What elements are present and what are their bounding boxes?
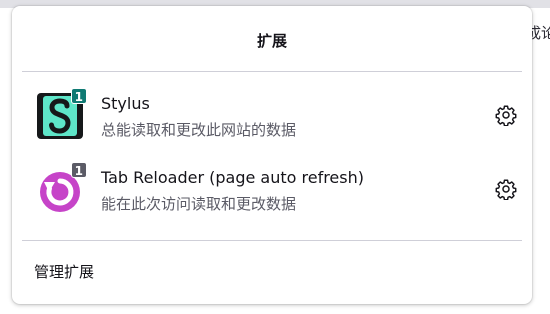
stylus-icon: 1 [36,88,87,140]
tab-reloader-icon: 1 [36,162,87,214]
panel-title: 扩展 [256,32,287,50]
footer-divider [22,240,522,241]
extension-permission: 能在此次访问读取和更改数据 [101,195,297,213]
extension-item-stylus[interactable]: 1 Stylus 总能读取和更改此网站的数据 [22,86,522,148]
tab-reloader-badge: 1 [70,162,87,178]
gear-icon [495,178,517,204]
tab-reloader-settings-button[interactable] [492,177,520,205]
stylus-badge: 1 [70,88,87,104]
manage-extensions-button[interactable]: 管理扩展 [34,261,94,282]
stylus-settings-button[interactable] [492,103,520,131]
extension-permission: 总能读取和更改此网站的数据 [101,121,297,139]
extensions-panel: 扩展 1 Stylus 总能读取和更改此网站的数据 1 Tab Reloader… [12,6,532,304]
extension-item-tab-reloader[interactable]: 1 Tab Reloader (page auto refresh) 能在此次访… [22,160,522,222]
extension-name: Tab Reloader (page auto refresh) [101,168,364,187]
gear-icon [495,104,517,130]
header-divider [22,71,522,72]
extension-name: Stylus [101,94,150,113]
